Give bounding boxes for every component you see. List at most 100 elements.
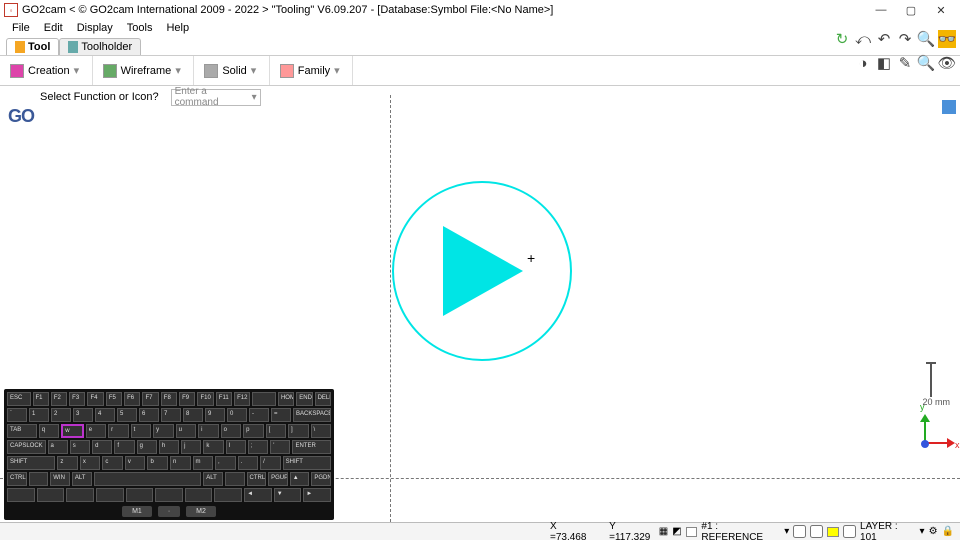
chevron-down-icon[interactable]: ▾ (74, 64, 82, 77)
key-f[interactable]: f (114, 440, 134, 454)
key-blank[interactable] (96, 488, 124, 502)
key-CTRL[interactable]: CTRL (247, 472, 267, 486)
key-x[interactable]: x (80, 456, 101, 470)
key-blank[interactable] (66, 488, 94, 502)
chevron-down-icon[interactable]: ▾ (251, 64, 259, 77)
refresh-icon[interactable]: ↻ (833, 30, 851, 48)
tab-toolholder[interactable]: Toolholder (59, 38, 141, 55)
key-e[interactable]: e (86, 424, 106, 438)
key-/[interactable]: / (260, 456, 281, 470)
key-END[interactable]: END (296, 392, 312, 406)
key-PGDN[interactable]: PGDN (311, 472, 331, 486)
undo-icon[interactable]: ↶ (875, 30, 893, 48)
key-blank[interactable] (126, 488, 154, 502)
key-▲[interactable]: ▲ (290, 472, 310, 486)
key-F8[interactable]: F8 (161, 392, 177, 406)
menu-edit[interactable]: Edit (38, 20, 69, 38)
status-reference[interactable]: #1 : REFERENCE (701, 521, 780, 543)
key-t[interactable]: t (131, 424, 151, 438)
key-o[interactable]: o (221, 424, 241, 438)
chevron-down-icon[interactable]: ▾ (920, 526, 925, 537)
key-blank[interactable] (94, 472, 202, 486)
kbd-dot[interactable]: · (158, 506, 180, 517)
key-blank[interactable] (37, 488, 65, 502)
key-blank[interactable] (214, 488, 242, 502)
key-4[interactable]: 4 (95, 408, 115, 422)
key-F12[interactable]: F12 (234, 392, 250, 406)
key-blank[interactable] (225, 472, 245, 486)
key-►[interactable]: ► (303, 488, 331, 502)
key-9[interactable]: 9 (205, 408, 225, 422)
virtual-keyboard[interactable]: ESCF1F2F3F4F5F6F7F8F9F10F11F12HOMEENDDEL… (4, 389, 334, 520)
key-PGUP[interactable]: PGUP (268, 472, 288, 486)
key-ENTER[interactable]: ENTER (292, 440, 331, 454)
ref-swatch[interactable] (686, 527, 698, 537)
key-BACKSPACE[interactable]: BACKSPACE (293, 408, 331, 422)
key-k[interactable]: k (203, 440, 223, 454)
key-g[interactable]: g (137, 440, 157, 454)
chevron-down-icon[interactable]: ▾ (334, 64, 342, 77)
menu-help[interactable]: Help (160, 20, 195, 38)
close-button[interactable]: ✕ (926, 1, 956, 19)
undo-to-icon[interactable]: ⤺ (854, 30, 872, 48)
ribbon-creation[interactable]: Creation ▾ (0, 56, 93, 85)
key-ESC[interactable]: ESC (7, 392, 31, 406)
key-p[interactable]: p (243, 424, 263, 438)
key-6[interactable]: 6 (139, 408, 159, 422)
key-SHIFT[interactable]: SHIFT (283, 456, 331, 470)
key-.[interactable]: . (238, 456, 259, 470)
key-r[interactable]: r (108, 424, 128, 438)
key-,[interactable]: , (215, 456, 236, 470)
key-DELETE[interactable]: DELETE (315, 392, 331, 406)
key-blank[interactable] (7, 488, 35, 502)
minimize-button[interactable]: — (866, 1, 896, 19)
chevron-down-icon[interactable]: ▾ (784, 526, 789, 537)
kbd-m2[interactable]: M2 (186, 506, 216, 517)
maximize-button[interactable]: ▢ (896, 1, 926, 19)
snap-icon[interactable]: ◩ (672, 526, 681, 537)
menu-file[interactable]: File (6, 20, 36, 38)
kbd-m1[interactable]: M1 (122, 506, 152, 517)
key-1[interactable]: 1 (29, 408, 49, 422)
key-F4[interactable]: F4 (87, 392, 103, 406)
key-s[interactable]: s (70, 440, 90, 454)
status-layer[interactable]: LAYER : 101 (860, 521, 916, 543)
key-F9[interactable]: F9 (179, 392, 195, 406)
key-F11[interactable]: F11 (216, 392, 232, 406)
key--[interactable]: - (249, 408, 269, 422)
key-;[interactable]: ; (248, 440, 268, 454)
palette-icon[interactable]: ◑ (854, 54, 872, 72)
key-i[interactable]: i (198, 424, 218, 438)
key-`[interactable]: ` (7, 408, 27, 422)
chevron-down-icon[interactable]: ▾ (175, 64, 183, 77)
key-HOME[interactable]: HOME (278, 392, 294, 406)
key-a[interactable]: a (48, 440, 68, 454)
search-icon[interactable]: 🔍 (917, 30, 935, 48)
ref-cb2[interactable] (810, 525, 823, 538)
key-ALT[interactable]: ALT (203, 472, 223, 486)
key-blank[interactable] (252, 392, 276, 406)
layer-swatch[interactable] (827, 527, 839, 537)
key-blank[interactable] (29, 472, 49, 486)
ref-cb1[interactable] (793, 525, 806, 538)
redo-icon[interactable]: ↷ (896, 30, 914, 48)
key-w[interactable]: w (61, 424, 83, 438)
drawn-triangle[interactable] (443, 226, 523, 316)
key-][interactable]: ] (288, 424, 308, 438)
key-=[interactable]: = (271, 408, 291, 422)
key-2[interactable]: 2 (51, 408, 71, 422)
key-F3[interactable]: F3 (69, 392, 85, 406)
key-3[interactable]: 3 (73, 408, 93, 422)
brush-icon[interactable]: ✎ (896, 54, 914, 72)
key-v[interactable]: v (125, 456, 146, 470)
key-blank[interactable] (155, 488, 183, 502)
grid-icon[interactable]: ▦ (659, 526, 668, 537)
key-F2[interactable]: F2 (51, 392, 67, 406)
key-◄[interactable]: ◄ (244, 488, 272, 502)
key-z[interactable]: z (57, 456, 78, 470)
key-0[interactable]: 0 (227, 408, 247, 422)
key-F5[interactable]: F5 (106, 392, 122, 406)
key-n[interactable]: n (170, 456, 191, 470)
eye-icon[interactable]: 👁 (938, 54, 956, 72)
binoculars-icon[interactable]: 👓 (938, 30, 956, 48)
